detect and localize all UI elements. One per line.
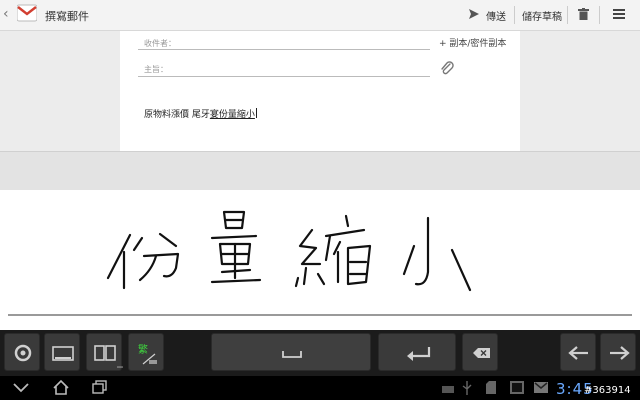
layout-key-label: 繁 bbox=[138, 343, 148, 356]
message-body[interactable]: 原物料漲價 尾牙宴份量縮小 bbox=[144, 107, 257, 120]
separator bbox=[599, 6, 600, 24]
page-title: 撰寫郵件 bbox=[45, 10, 89, 23]
overflow-menu-icon[interactable] bbox=[612, 7, 626, 21]
full-keyboard-key[interactable] bbox=[44, 333, 80, 371]
separator bbox=[567, 6, 568, 24]
text-cursor bbox=[255, 108, 257, 118]
cc-bcc-link[interactable]: + 副本/密件副本 bbox=[439, 36, 506, 49]
to-field[interactable] bbox=[138, 49, 430, 50]
send-icon[interactable] bbox=[468, 8, 480, 20]
split-keyboard-icon bbox=[94, 345, 123, 368]
composing-text: 宴份量縮小 bbox=[209, 110, 255, 120]
enter-key[interactable] bbox=[378, 333, 456, 371]
space-icon bbox=[282, 351, 302, 358]
handwriting-strokes bbox=[106, 210, 472, 292]
action-bar: ‹ 撰寫郵件 傳送 儲存草稿 bbox=[0, 0, 640, 31]
body-text: 原物料漲價 尾牙 bbox=[144, 110, 210, 120]
handwriting-baseline bbox=[8, 314, 632, 316]
hide-keyboard-icon[interactable] bbox=[12, 382, 30, 394]
backspace-icon bbox=[473, 348, 490, 358]
watermark-id: #363914 bbox=[584, 385, 631, 396]
settings-key[interactable] bbox=[4, 333, 40, 371]
keyboard-divider bbox=[0, 151, 640, 191]
gmail-icon bbox=[17, 4, 37, 22]
screenshot-icon bbox=[510, 381, 524, 394]
gmail-notification-icon bbox=[534, 382, 548, 393]
split-keyboard-key[interactable] bbox=[86, 333, 123, 371]
home-icon[interactable] bbox=[52, 379, 70, 396]
system-nav-bar bbox=[0, 376, 640, 400]
backspace-key[interactable] bbox=[462, 333, 498, 371]
keyboard-full-icon bbox=[52, 346, 74, 361]
cursor-left-key[interactable] bbox=[560, 333, 596, 371]
to-label: 收件者： bbox=[144, 39, 176, 48]
enter-icon bbox=[407, 347, 431, 361]
save-draft-button[interactable]: 儲存草稿 bbox=[522, 8, 562, 23]
subject-field[interactable] bbox=[138, 76, 430, 77]
cursor-right-key[interactable] bbox=[600, 333, 636, 371]
space-key[interactable] bbox=[211, 333, 371, 371]
separator bbox=[514, 6, 515, 24]
sd-card-icon bbox=[486, 381, 496, 394]
recent-apps-icon[interactable] bbox=[92, 380, 108, 395]
handwriting-panel[interactable] bbox=[0, 190, 640, 330]
back-icon[interactable]: ‹ bbox=[3, 7, 11, 21]
subject-label: 主旨： bbox=[144, 65, 168, 74]
attachment-icon[interactable] bbox=[439, 60, 455, 76]
usb-icon bbox=[462, 381, 472, 395]
keyboard-status-icon bbox=[442, 386, 454, 393]
arrow-right-icon bbox=[610, 346, 630, 360]
language-key[interactable]: 繁 bbox=[128, 333, 164, 371]
language-icon: 繁 bbox=[138, 343, 157, 365]
settings-icon bbox=[14, 344, 32, 362]
arrow-left-icon bbox=[568, 346, 588, 360]
trash-icon[interactable] bbox=[578, 8, 589, 20]
send-button[interactable]: 傳送 bbox=[486, 8, 506, 23]
keyboard-toolbar: 繁 bbox=[0, 330, 640, 376]
